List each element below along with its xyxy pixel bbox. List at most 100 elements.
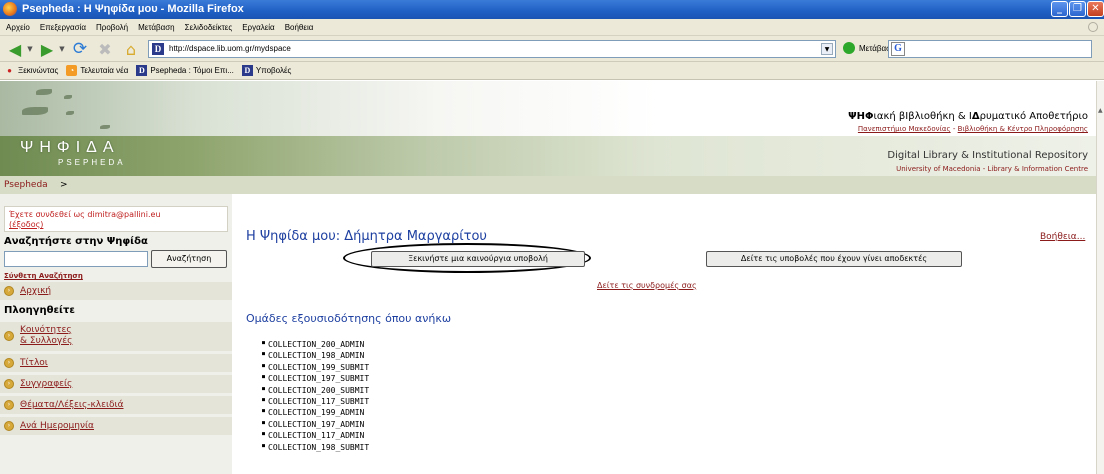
sidebar-item-authors[interactable]: › Συγγραφείς [0, 375, 232, 393]
close-button[interactable]: ✕ [1087, 1, 1104, 17]
repository-links-english[interactable]: University of Macedonia - Library & Info… [896, 165, 1088, 173]
back-arrow-icon[interactable]: ◀ [4, 39, 26, 59]
sidebar: Έχετε συνδεθεί ως dimitra@pallini.eu (έξ… [0, 194, 232, 474]
start-new-submission-button[interactable]: Ξεκινήστε μια καινούργια υποβολή [371, 251, 585, 267]
address-dropdown-icon[interactable]: ▼ [821, 43, 833, 55]
repository-title-english: Digital Library & Institutional Reposito… [887, 150, 1088, 161]
sidebar-item-communities[interactable]: › Κοινότητες & Συλλογές [0, 322, 232, 351]
bookmark-getting-started[interactable]: ● Ξεκινώντας [4, 65, 58, 76]
forward-dropdown-icon[interactable]: ▼ [58, 39, 66, 59]
firefox-icon [3, 2, 17, 16]
breadcrumb: Psepheda > [0, 176, 1096, 194]
menu-view[interactable]: Προβολή [96, 23, 128, 32]
advanced-search-link[interactable]: Σύνθετη Αναζήτηση [4, 272, 83, 280]
psepheda-logo-sub: PSEPHEDA [58, 158, 126, 167]
breadcrumb-root-link[interactable]: Psepheda [4, 180, 48, 190]
page-content: ΨΗΦιακή βΙβλιοθήκη & ΙΔρυματικό Αποθετήρ… [0, 81, 1096, 474]
list-item: COLLECTION_200_ADMIN [262, 339, 369, 350]
arrow-bullet-icon: › [4, 421, 14, 431]
sidebar-item-label[interactable]: Αρχική [20, 286, 51, 296]
bookmark-psepheda-volumes[interactable]: D Psepheda : Τόμοι Επι... [136, 65, 234, 76]
list-item: COLLECTION_199_SUBMIT [262, 362, 369, 373]
leaf-decoration [66, 111, 74, 115]
go-arrow-icon [843, 42, 855, 54]
dspace-icon: D [136, 65, 148, 76]
arrow-bullet-icon: › [4, 400, 14, 410]
sidebar-item-titles[interactable]: › Τίτλοι [0, 354, 232, 372]
menu-bookmarks[interactable]: Σελιδοδείκτες [185, 23, 233, 32]
list-item: COLLECTION_117_SUBMIT [262, 396, 369, 407]
library-link[interactable]: Βιβλιοθήκη & Κέντρο Πληροφόρησης [958, 125, 1088, 133]
breadcrumb-separator: > [60, 180, 68, 190]
window-title: Psepheda : Η Ψηφίδα μου - Mozilla Firefo… [22, 3, 244, 15]
arrow-bullet-icon: › [4, 379, 14, 389]
list-item: COLLECTION_198_ADMIN [262, 350, 369, 361]
dspace-icon: D [241, 65, 253, 76]
leaf-decoration [22, 107, 48, 115]
groups-title: Ομάδες εξουσιοδότησης όπου ανήκω [246, 312, 452, 325]
minimize-button[interactable]: _ [1051, 1, 1068, 17]
menu-bar: Αρχείο Επεξεργασία Προβολή Μετάβαση Σελι… [0, 19, 1104, 36]
firefox-bookmark-icon: ● [7, 66, 12, 75]
sidebar-item-label[interactable]: Θέματα/Λέξεις-κλειδιά [20, 400, 124, 410]
site-favicon-icon: D [152, 43, 164, 55]
leaf-decoration [64, 95, 72, 99]
list-item: COLLECTION_197_SUBMIT [262, 373, 369, 384]
logout-link[interactable]: (έξοδος) [9, 220, 43, 229]
header-banner-bottom: Digital Library & Institutional Reposito… [0, 136, 1096, 176]
address-url[interactable]: http://dspace.lib.uom.gr/mydspace [169, 44, 291, 53]
sidebar-item-label[interactable]: Κοινότητες [20, 325, 72, 335]
arrow-bullet-icon: › [4, 331, 14, 341]
repository-links-greek: Πανεπιστήμιο Μακεδονίας - Βιβλιοθήκη & Κ… [857, 125, 1088, 133]
header-banner-top: ΨΗΦιακή βΙβλιοθήκη & ΙΔρυματικό Αποθετήρ… [0, 81, 1096, 136]
bookmarks-toolbar: ● Ξεκινώντας ◔ Τελευταία νέα D Psepheda : Τ… [0, 62, 1104, 80]
menu-go[interactable]: Μετάβαση [138, 23, 175, 32]
menu-help[interactable]: Βοήθεια [285, 23, 314, 32]
repository-title-greek: ΨΗΦιακή βΙβλιοθήκη & ΙΔρυματικό Αποθετήρ… [848, 111, 1088, 122]
menu-edit[interactable]: Επεξεργασία [40, 23, 86, 32]
rss-icon: ◔ [66, 65, 78, 76]
page-title: Η Ψηφίδα μου: Δήμητρα Μαργαρίτου [246, 229, 487, 244]
view-subscriptions-link[interactable]: Δείτε τις συνδρομές σας [597, 281, 697, 290]
menu-tools[interactable]: Εργαλεία [242, 23, 274, 32]
groups-list: COLLECTION_200_ADMIN COLLECTION_198_ADMI… [262, 339, 369, 453]
scroll-arrow-icon[interactable]: ▲ [1098, 107, 1103, 114]
sidebar-search-button[interactable]: Αναζήτηση [151, 250, 227, 268]
page-scrollbar[interactable]: ▲ [1096, 81, 1104, 474]
sidebar-item-home[interactable]: › Αρχική [0, 282, 232, 300]
list-item: COLLECTION_117_ADMIN [262, 430, 369, 441]
sidebar-item-label[interactable]: Τίτλοι [20, 358, 48, 368]
sidebar-search-input[interactable] [4, 251, 148, 267]
leaf-decoration [36, 89, 52, 95]
menu-file[interactable]: Αρχείο [6, 23, 30, 32]
list-item: COLLECTION_197_ADMIN [262, 419, 369, 430]
view-accepted-submissions-button[interactable]: Δείτε τις υποβολές που έχουν γίνει αποδε… [706, 251, 962, 267]
sidebar-item-label[interactable]: Ανά Ημερομηνία [20, 421, 94, 431]
sidebar-item-by-date[interactable]: › Ανά Ημερομηνία [0, 417, 232, 435]
arrow-bullet-icon: › [4, 358, 14, 368]
sidebar-item-label[interactable]: Συγγραφείς [20, 379, 72, 389]
sidebar-search-title: Αναζητήστε στην Ψηφίδα [4, 236, 148, 247]
sidebar-item-label[interactable]: & Συλλογές [20, 336, 72, 346]
list-item: COLLECTION_198_SUBMIT [262, 442, 369, 453]
restore-button[interactable]: ❐ [1069, 1, 1086, 17]
list-item: COLLECTION_200_SUBMIT [262, 385, 369, 396]
arrow-bullet-icon: › [4, 286, 14, 296]
stop-icon[interactable]: ✖ [94, 39, 116, 59]
logged-in-text: Έχετε συνδεθεί ως dimitra@pallini.eu [9, 210, 161, 219]
home-icon[interactable]: ⌂ [120, 39, 142, 59]
bookmark-latest-news[interactable]: ◔ Τελευταία νέα [66, 65, 128, 76]
psepheda-logo[interactable]: ΨΗΦΙΔΑ [20, 139, 120, 157]
navigation-toolbar: ◀ ▼ ▶ ▼ ⟳ ✖ ⌂ D http://dspace.lib.uom.gr… [0, 36, 1104, 62]
search-engine-box[interactable]: G [888, 40, 1092, 58]
bookmark-submissions[interactable]: D Υποβολές [241, 65, 291, 76]
forward-arrow-icon[interactable]: ▶ [36, 39, 58, 59]
reload-icon[interactable]: ⟳ [68, 39, 92, 59]
help-link[interactable]: Βοήθεια... [1040, 232, 1085, 242]
back-dropdown-icon[interactable]: ▼ [26, 39, 34, 59]
browse-title: Πλοηγηθείτε [4, 305, 75, 316]
university-link[interactable]: Πανεπιστήμιο Μακεδονίας [858, 125, 951, 133]
sidebar-item-subjects[interactable]: › Θέματα/Λέξεις-κλειδιά [0, 396, 232, 414]
address-bar[interactable]: D http://dspace.lib.uom.gr/mydspace ▼ [148, 40, 836, 58]
window-title-bar: Psepheda : Η Ψηφίδα μου - Mozilla Firefo… [0, 0, 1104, 19]
